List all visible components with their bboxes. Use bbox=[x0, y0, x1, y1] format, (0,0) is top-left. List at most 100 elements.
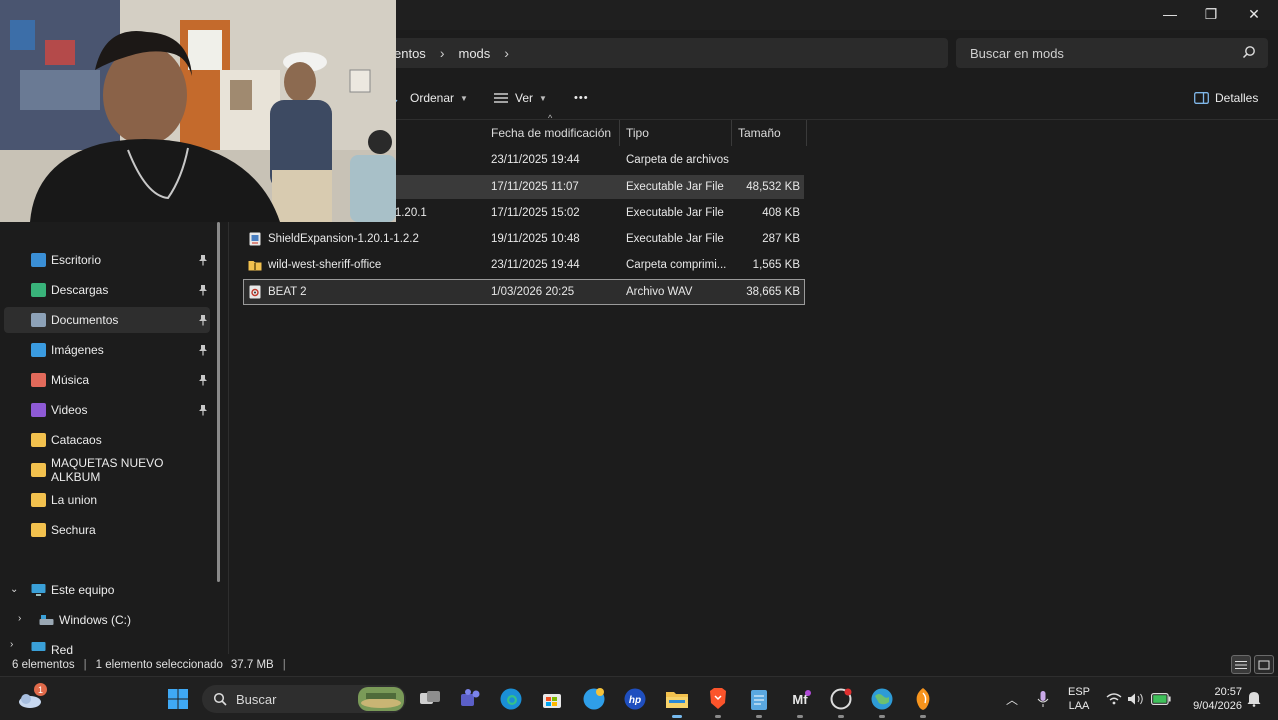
pin-icon[interactable] bbox=[198, 254, 208, 266]
column-header-size[interactable]: Tamaño bbox=[732, 120, 807, 146]
microphone-button[interactable] bbox=[1030, 685, 1056, 713]
battery-button[interactable] bbox=[1148, 685, 1174, 713]
teams-button[interactable] bbox=[456, 685, 484, 713]
app-button-record[interactable] bbox=[827, 685, 855, 718]
chevron-up-icon: ︿ bbox=[1005, 692, 1018, 707]
column-header-type[interactable]: Tipo bbox=[620, 120, 732, 146]
notepad-icon bbox=[751, 690, 767, 710]
chevron-down-icon[interactable]: ⌄ bbox=[10, 584, 18, 595]
store-button[interactable] bbox=[538, 685, 566, 713]
navigation-pane: Escritorio Descargas Documentos Imágenes Mús… bbox=[0, 220, 222, 654]
chevron-right-icon[interactable]: › bbox=[18, 613, 21, 624]
microphone-icon bbox=[1037, 691, 1049, 707]
thumbnail-view-button[interactable] bbox=[1254, 655, 1274, 674]
teams-icon bbox=[461, 689, 480, 706]
sidebar-item-label: Catacaos bbox=[51, 433, 102, 447]
app-button-globe[interactable] bbox=[580, 685, 608, 713]
app-button-earth[interactable] bbox=[868, 685, 896, 718]
video-icon bbox=[31, 403, 46, 417]
windows-logo-icon bbox=[168, 689, 188, 709]
pin-icon[interactable] bbox=[198, 404, 208, 416]
volume-button[interactable] bbox=[1125, 685, 1147, 713]
mf-app-button[interactable]: Mf bbox=[786, 685, 814, 718]
sidebar-item-sechura[interactable]: Sechura bbox=[4, 517, 210, 543]
clock[interactable]: 20:57 9/04/2026 bbox=[1180, 685, 1242, 713]
sidebar-item-la-union[interactable]: La union bbox=[4, 487, 210, 513]
list-view-icon bbox=[1235, 660, 1247, 669]
sidebar-item-descargas[interactable]: Descargas bbox=[4, 277, 210, 303]
breadcrumb-mods[interactable]: mods bbox=[458, 46, 490, 61]
jar-file-icon bbox=[249, 232, 261, 246]
sidebar-scrollbar[interactable] bbox=[217, 222, 220, 582]
earth-app-icon bbox=[871, 688, 893, 710]
pin-icon[interactable] bbox=[198, 284, 208, 296]
breadcrumb-documents[interactable]: entos bbox=[394, 46, 426, 61]
file-row-selected[interactable]: BEAT 2 1/03/2026 20:25 Archivo WAV 38,66… bbox=[243, 279, 805, 305]
chevron-down-icon: ▼ bbox=[460, 93, 468, 103]
tree-item-this-pc[interactable]: ⌄ Este equipo bbox=[4, 577, 210, 603]
maximize-button[interactable]: ❐ bbox=[1189, 0, 1233, 28]
more-options-button[interactable]: ••• bbox=[574, 76, 589, 120]
webcam-overlay bbox=[0, 0, 396, 222]
brave-button[interactable] bbox=[704, 685, 732, 718]
column-header-date[interactable]: Fecha de modificación bbox=[485, 120, 620, 146]
computer-icon bbox=[31, 584, 46, 596]
start-button[interactable] bbox=[164, 685, 192, 713]
tree-item-network[interactable]: › Red bbox=[4, 637, 210, 654]
folder-icon bbox=[31, 493, 46, 507]
selection-info: 1 elemento seleccionado bbox=[95, 659, 223, 671]
pin-icon[interactable] bbox=[198, 314, 208, 326]
folder-icon bbox=[31, 433, 46, 447]
network-icon bbox=[31, 642, 46, 651]
details-view-button[interactable] bbox=[1231, 655, 1251, 674]
file-explorer-button[interactable] bbox=[663, 685, 691, 718]
sidebar-item-imágenes[interactable]: Imágenes bbox=[4, 337, 210, 363]
taskbar-search[interactable]: Buscar bbox=[202, 685, 406, 713]
notifications-button[interactable] bbox=[1244, 685, 1264, 713]
search-input[interactable]: Buscar en mods bbox=[956, 38, 1268, 68]
sidebar-item-catacaos[interactable]: Catacaos bbox=[4, 427, 210, 453]
show-hidden-icons-button[interactable]: ︿ bbox=[999, 685, 1025, 713]
pin-icon[interactable] bbox=[198, 344, 208, 356]
sidebar-item-maquetas-nuevo-alkbum[interactable]: MAQUETAS NUEVO ALKBUM bbox=[4, 456, 210, 484]
selection-size: 37.7 MB bbox=[230, 659, 274, 671]
details-pane-button[interactable]: Detalles bbox=[1194, 76, 1258, 120]
edge-button[interactable] bbox=[497, 685, 525, 713]
battery-charging-icon bbox=[1151, 693, 1171, 705]
chevron-right-icon[interactable]: › bbox=[504, 45, 509, 61]
language-indicator[interactable]: ESP LAA bbox=[1064, 685, 1094, 713]
weather-widget[interactable]: 1 bbox=[16, 683, 47, 713]
sort-button[interactable]: Ordenar ▼ bbox=[392, 76, 468, 120]
status-bar: 6 elementos | 1 elemento seleccionado 37… bbox=[0, 654, 1278, 676]
camera-feed-image bbox=[0, 0, 396, 222]
view-button[interactable]: Ver ▼ bbox=[493, 76, 547, 120]
sidebar-item-escritorio[interactable]: Escritorio bbox=[4, 247, 210, 273]
close-button[interactable]: ✕ bbox=[1232, 0, 1276, 28]
sidebar-item-videos[interactable]: Videos bbox=[4, 397, 210, 423]
sidebar-item-label: La union bbox=[51, 493, 98, 507]
pin-icon[interactable] bbox=[198, 374, 208, 386]
desktop-icon bbox=[31, 253, 46, 267]
sidebar-item-label: MAQUETAS NUEVO ALKBUM bbox=[51, 456, 164, 484]
tree-item-windows-c[interactable]: › Windows (C:) bbox=[4, 607, 210, 633]
file-row[interactable]: ShieldExpansion-1.20.1-1.2.2 19/11/2025 … bbox=[244, 227, 804, 251]
address-bar[interactable]: entos › mods › bbox=[380, 38, 948, 68]
sidebar-item-label: Música bbox=[51, 373, 90, 387]
fl-studio-button[interactable] bbox=[909, 685, 937, 718]
sidebar-item-label: Escritorio bbox=[51, 253, 102, 267]
task-view-button[interactable] bbox=[416, 685, 444, 713]
sidebar-item-música[interactable]: Música bbox=[4, 367, 210, 393]
sidebar-item-label: Sechura bbox=[51, 523, 96, 537]
record-app-icon bbox=[830, 688, 852, 710]
notepad-button[interactable] bbox=[745, 685, 773, 718]
wifi-button[interactable] bbox=[1103, 685, 1125, 713]
search-icon bbox=[213, 692, 227, 706]
search-icon bbox=[1242, 46, 1255, 59]
sidebar-item-documentos[interactable]: Documentos bbox=[4, 307, 210, 333]
file-row[interactable]: wild-west-sheriff-office 23/11/2025 19:4… bbox=[244, 253, 804, 277]
hp-logo-icon: hp bbox=[624, 688, 646, 710]
mf-app-icon: Mf bbox=[792, 690, 811, 707]
hp-button[interactable]: hp bbox=[621, 685, 649, 713]
minimize-button[interactable]: — bbox=[1148, 0, 1192, 28]
chevron-right-icon[interactable]: › bbox=[10, 639, 13, 650]
